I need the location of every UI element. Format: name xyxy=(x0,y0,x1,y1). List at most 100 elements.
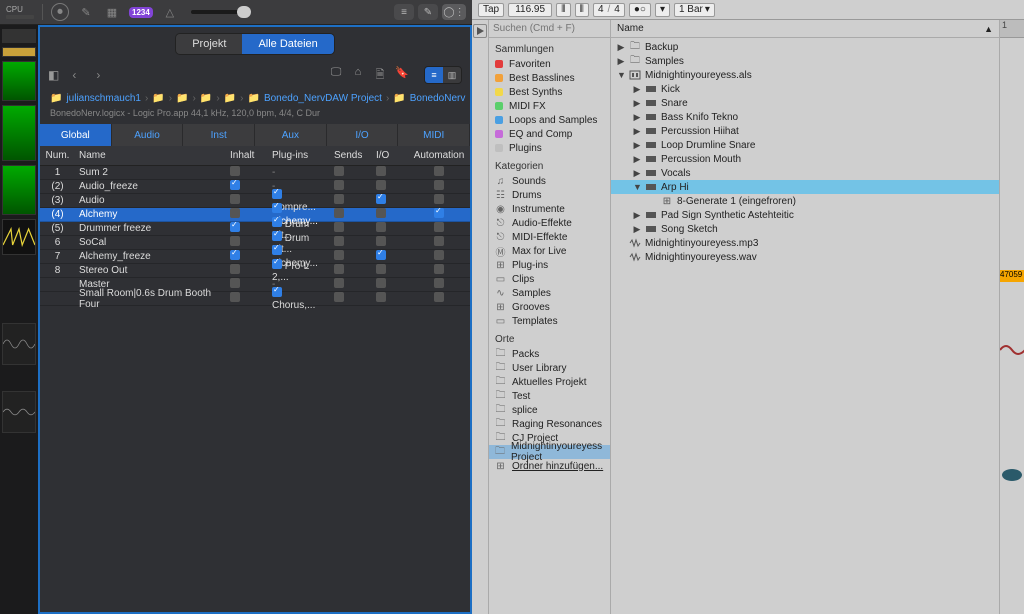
sort-arrow-icon[interactable]: ▲ xyxy=(984,24,993,34)
track-row[interactable]: 7Alchemy_freeze Alchemy... xyxy=(40,250,470,264)
checkbox-icon[interactable] xyxy=(376,278,386,288)
category-item[interactable]: ▭Clips xyxy=(489,272,610,286)
timesig-num[interactable]: 4/4 xyxy=(593,3,625,17)
home-icon[interactable]: ⌂ xyxy=(350,66,366,85)
add-folder-button[interactable]: ⊞ Ordner hinzufügen... xyxy=(489,459,610,473)
record-icon[interactable]: ⏺ xyxy=(51,3,69,21)
disclosure-triangle-icon[interactable]: ▶ xyxy=(633,84,641,95)
disclosure-triangle-icon[interactable]: ▶ xyxy=(633,126,641,137)
metronome-toggle[interactable]: ●○ xyxy=(629,3,651,17)
track-row[interactable]: (3)Audio Compre... xyxy=(40,194,470,208)
checkbox-icon[interactable] xyxy=(272,259,282,269)
place-item[interactable]: 🗀splice xyxy=(489,403,610,417)
col-num[interactable]: Num. xyxy=(40,150,75,161)
col-inhalt[interactable]: Inhalt xyxy=(226,150,268,161)
place-item[interactable]: 🗀Test xyxy=(489,389,610,403)
checkbox-icon[interactable] xyxy=(434,208,444,218)
category-item[interactable]: ☷Drums xyxy=(489,188,610,202)
checkbox-icon[interactable] xyxy=(434,194,444,204)
collection-item[interactable]: Best Basslines xyxy=(489,71,610,85)
checkbox-icon[interactable] xyxy=(434,222,444,232)
checkbox-icon[interactable] xyxy=(376,166,386,176)
category-item[interactable]: ⎋MIDI-Effekte xyxy=(489,230,610,244)
category-item[interactable]: ∿Samples xyxy=(489,286,610,300)
metronome-icon[interactable]: △ xyxy=(161,3,179,21)
tree-item[interactable]: ▶Pad Sign Synthetic Astehteitic xyxy=(611,208,999,222)
computer-icon[interactable]: 🖵 xyxy=(328,66,344,85)
track-row[interactable]: 6SoCal Drum Kit... xyxy=(40,236,470,250)
tree-item[interactable]: ⊞8-Generate 1 (eingefroren) xyxy=(611,194,999,208)
category-item[interactable]: ♫Sounds xyxy=(489,174,610,188)
list-view-icon[interactable]: ≡ xyxy=(425,67,443,83)
collection-item[interactable]: Plugins xyxy=(489,141,610,155)
checkbox-icon[interactable] xyxy=(272,189,282,199)
checkbox-icon[interactable] xyxy=(376,250,386,260)
checkbox-icon[interactable] xyxy=(376,222,386,232)
category-tab-audio[interactable]: Audio xyxy=(112,124,184,146)
checkbox-icon[interactable] xyxy=(434,250,444,260)
col-io[interactable]: I/O xyxy=(372,150,408,161)
checkbox-icon[interactable] xyxy=(230,208,240,218)
nudge-up-button[interactable]: ⦀ xyxy=(575,3,589,17)
checkbox-icon[interactable] xyxy=(272,245,282,255)
checkbox-icon[interactable] xyxy=(230,292,240,302)
notes-icon[interactable]: ✎ xyxy=(418,4,438,20)
category-tab-midi[interactable]: MIDI xyxy=(398,124,470,146)
checkbox-icon[interactable] xyxy=(334,180,344,190)
tree-item[interactable]: Midnightinyoureyess.wav xyxy=(611,250,999,264)
checkbox-icon[interactable] xyxy=(334,264,344,274)
checkbox-icon[interactable] xyxy=(334,292,344,302)
tree-item[interactable]: ▼Midnightinyoureyess.als xyxy=(611,68,999,82)
place-item[interactable]: 🗀Packs xyxy=(489,347,610,361)
tree-item[interactable]: ▶Percussion Hiihat xyxy=(611,124,999,138)
col-sends[interactable]: Sends xyxy=(330,150,372,161)
breadcrumb-item[interactable]: julianschmauch1 xyxy=(66,93,141,104)
checkbox-icon[interactable] xyxy=(272,231,282,241)
track-row[interactable]: 1Sum 2- xyxy=(40,166,470,180)
checkbox-icon[interactable] xyxy=(376,236,386,246)
checkbox-icon[interactable] xyxy=(230,166,240,176)
disclosure-triangle-icon[interactable]: ▶ xyxy=(633,210,641,221)
loop-browser-icon[interactable]: ◯⋮ xyxy=(442,4,466,20)
checkbox-icon[interactable] xyxy=(434,278,444,288)
collection-item[interactable]: Best Synths xyxy=(489,85,610,99)
category-tab-inst[interactable]: Inst xyxy=(183,124,255,146)
checkbox-icon[interactable] xyxy=(334,236,344,246)
nav-forward-button[interactable]: › xyxy=(89,68,107,82)
disclosure-triangle-icon[interactable]: ▼ xyxy=(617,70,625,80)
tree-item[interactable]: ▶🗀Samples xyxy=(611,54,999,68)
disclosure-triangle-icon[interactable]: ▶ xyxy=(633,224,641,235)
category-tab-i/o[interactable]: I/O xyxy=(327,124,399,146)
collection-item[interactable]: EQ and Comp xyxy=(489,127,610,141)
tab-project[interactable]: Projekt xyxy=(176,34,242,54)
checkbox-icon[interactable] xyxy=(376,194,386,204)
tap-button[interactable]: Tap xyxy=(478,3,504,17)
checkbox-icon[interactable] xyxy=(434,292,444,302)
list-icon[interactable]: ≡ xyxy=(394,4,414,20)
place-item[interactable]: 🗀Raging Resonances xyxy=(489,417,610,431)
checkbox-icon[interactable] xyxy=(434,166,444,176)
checkbox-icon[interactable] xyxy=(376,180,386,190)
bpm-field[interactable]: 116.95 xyxy=(508,3,552,17)
checkbox-icon[interactable] xyxy=(230,236,240,246)
col-automation[interactable]: Automation xyxy=(408,150,470,161)
checkbox-icon[interactable] xyxy=(334,222,344,232)
checkbox-icon[interactable] xyxy=(434,264,444,274)
column-view-icon[interactable]: ▥ xyxy=(443,67,461,83)
quantize-menu[interactable]: 1 Bar ▾ xyxy=(674,3,715,17)
category-item[interactable]: ⊞Grooves xyxy=(489,300,610,314)
collection-item[interactable]: Favoriten xyxy=(489,57,610,71)
col-plugins[interactable]: Plug-ins xyxy=(268,150,330,161)
checkbox-icon[interactable] xyxy=(334,208,344,218)
tree-item[interactable]: ▶Kick xyxy=(611,82,999,96)
track-row[interactable]: (5)Drummer freeze Drum Kit... xyxy=(40,222,470,236)
category-item[interactable]: ◉Instrumente xyxy=(489,202,610,216)
zoom-slider[interactable] xyxy=(191,10,251,14)
checkbox-icon[interactable] xyxy=(272,203,282,213)
edit-icon[interactable]: ✎ xyxy=(77,3,95,21)
category-item[interactable]: ⓂMax for Live xyxy=(489,244,610,258)
category-item[interactable]: ⎋Audio-Effekte xyxy=(489,216,610,230)
tree-item[interactable]: ▶🗀Backup xyxy=(611,40,999,54)
preview-play-button[interactable] xyxy=(473,24,487,38)
checkbox-icon[interactable] xyxy=(334,166,344,176)
